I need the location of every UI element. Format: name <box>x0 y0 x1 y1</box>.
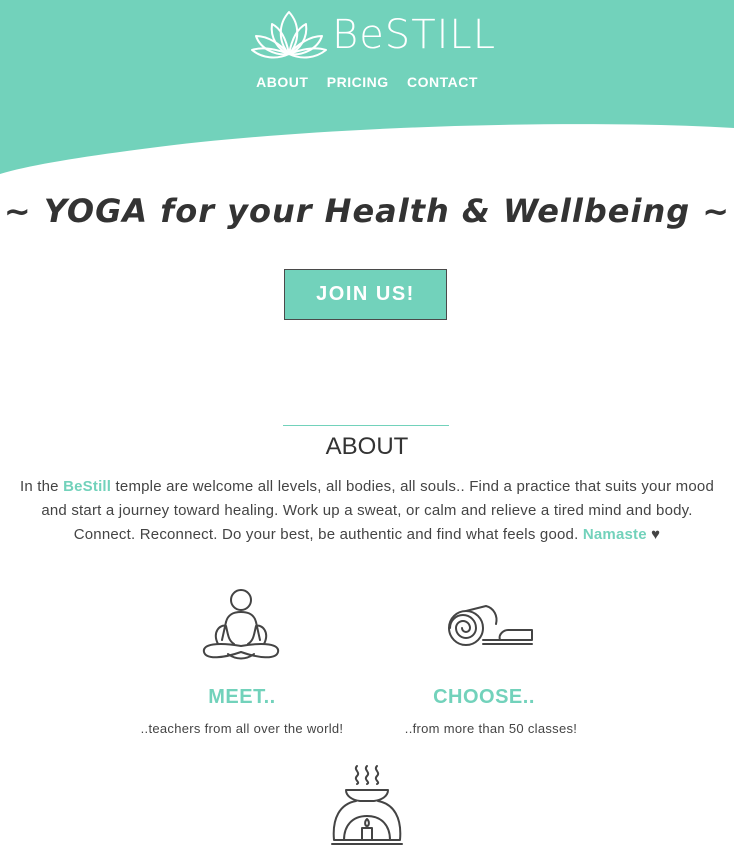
about-text-part1: In the <box>19 478 64 495</box>
feature-desc-choose: ..from more than 50 classes! <box>404 721 578 736</box>
feature-title-choose: CHOOSE.. <box>433 686 535 708</box>
logo[interactable]: BeSTILL <box>248 6 495 62</box>
about-divider <box>283 425 449 426</box>
feature-desc-meet: ..teachers from all over the world! <box>140 721 344 736</box>
nav-about[interactable]: ABOUT <box>256 74 308 90</box>
nav-pricing[interactable]: PRICING <box>327 74 389 90</box>
about-text: In the BeStill temple are welcome all le… <box>14 475 720 547</box>
namaste-highlight: Namaste <box>582 526 647 543</box>
oil-burner-icon <box>331 765 403 845</box>
about-heading: ABOUT <box>325 433 409 460</box>
header: BeSTILL ABOUT PRICING CONTACT <box>0 0 734 180</box>
page: BeSTILL ABOUT PRICING CONTACT ~ YOGA for… <box>0 0 734 850</box>
hero-tagline: ~ YOGA for your Health & Wellbeing ~ <box>3 192 731 230</box>
nav-contact[interactable]: CONTACT <box>407 74 478 90</box>
lotus-icon <box>251 11 327 59</box>
feature-title-meet: MEET.. <box>208 686 276 708</box>
main-nav: ABOUT PRICING CONTACT <box>0 74 734 90</box>
join-us-button[interactable]: JOIN US! <box>284 269 447 320</box>
logo-text: BeSTILL <box>332 12 496 58</box>
heart-icon: ♥ <box>651 526 661 543</box>
meditation-person-icon <box>202 589 280 660</box>
about-brand-highlight: BeStill <box>63 478 112 495</box>
yoga-mat-icon <box>448 605 533 646</box>
